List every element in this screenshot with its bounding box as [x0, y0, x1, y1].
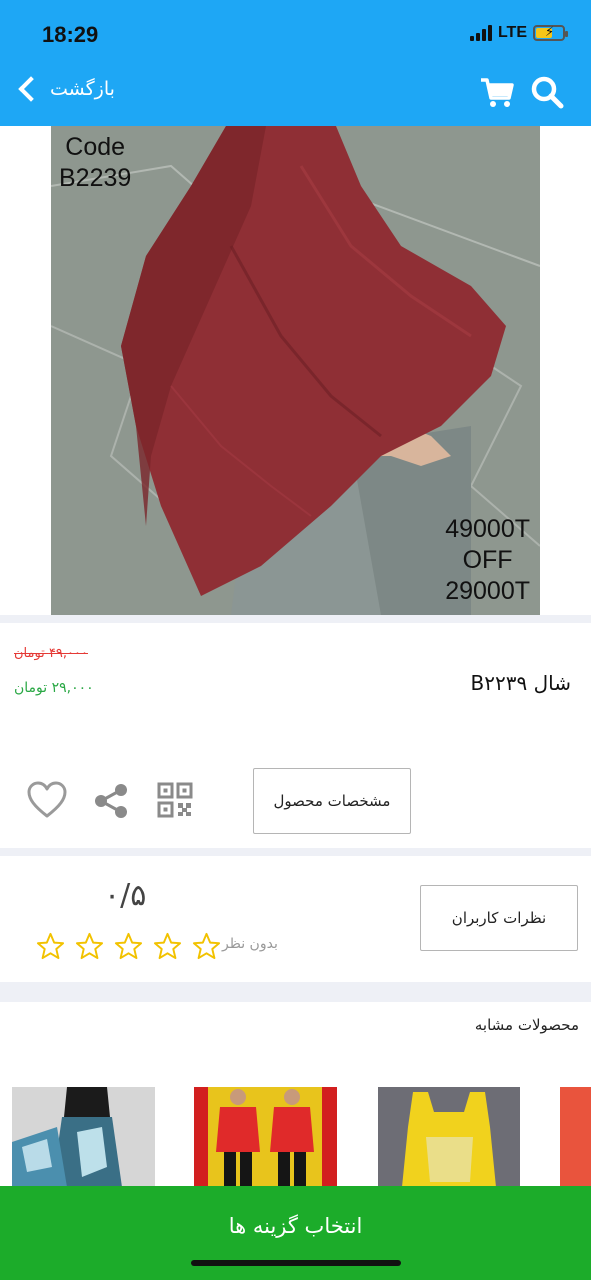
user-reviews-button[interactable]: نظرات کاربران — [420, 885, 578, 951]
product-image: Code B2239 49000T OFF 29000T — [51, 126, 540, 615]
back-label: بازگشت — [50, 78, 115, 100]
product-thumbnail — [194, 1087, 337, 1187]
product-thumbnail — [12, 1087, 155, 1187]
similar-product-card[interactable] — [560, 1087, 591, 1187]
new-price: ۲۹,۰۰۰ تومان — [14, 680, 94, 696]
similar-products-title: محصولات مشابه — [474, 1016, 579, 1034]
battery-icon: ⚡ — [533, 25, 568, 41]
star-icon — [75, 932, 104, 960]
image-price-off: OFF — [462, 546, 513, 574]
product-name: شال B۲۲۳۹ — [470, 671, 571, 695]
image-price-overlay: 49000T OFF 29000T — [445, 514, 530, 607]
app-header: 18:29 LTE ⚡ بازگشت — [0, 0, 591, 126]
star-icon — [114, 932, 143, 960]
search-button[interactable] — [529, 74, 565, 110]
divider — [0, 848, 591, 856]
divider — [0, 615, 591, 623]
favorite-button[interactable] — [26, 780, 68, 820]
no-reviews-label: بدون نظر — [222, 936, 278, 952]
home-indicator — [191, 1260, 401, 1266]
rating-score: ۰/۵ — [104, 878, 147, 913]
image-code-label: Code — [65, 133, 126, 161]
share-icon — [95, 784, 127, 818]
select-options-label: انتخاب گزینه ها — [228, 1214, 363, 1238]
status-indicators: LTE ⚡ — [469, 24, 568, 42]
qr-button[interactable] — [157, 782, 193, 818]
divider — [0, 982, 591, 1002]
share-button[interactable] — [92, 782, 130, 820]
heart-icon — [27, 781, 67, 818]
signal-icon — [469, 25, 492, 41]
network-label: LTE — [497, 24, 527, 41]
cart-icon — [481, 78, 514, 107]
image-price-new: 29000T — [445, 577, 530, 605]
similar-product-card[interactable] — [194, 1087, 337, 1187]
old-price: ۴۹,۰۰۰ تومان — [14, 646, 88, 661]
star-icon — [36, 932, 65, 960]
product-thumbnail — [378, 1087, 520, 1187]
star-icon — [153, 932, 182, 960]
image-code-value: B2239 — [59, 164, 132, 192]
product-specs-button[interactable]: مشخصات محصول — [253, 768, 411, 834]
similar-product-card[interactable] — [12, 1087, 155, 1187]
image-code-overlay: Code B2239 — [59, 132, 131, 194]
similar-product-card[interactable] — [378, 1087, 520, 1187]
search-icon — [531, 76, 564, 109]
qr-code-icon — [157, 782, 193, 818]
rating-stars — [36, 932, 221, 961]
status-time: 18:29 — [42, 22, 99, 47]
cart-button[interactable] — [479, 74, 515, 110]
back-button[interactable]: بازگشت — [16, 76, 115, 102]
chevron-left-icon — [18, 76, 44, 102]
star-icon — [192, 932, 221, 960]
image-price-old: 49000T — [445, 515, 530, 543]
